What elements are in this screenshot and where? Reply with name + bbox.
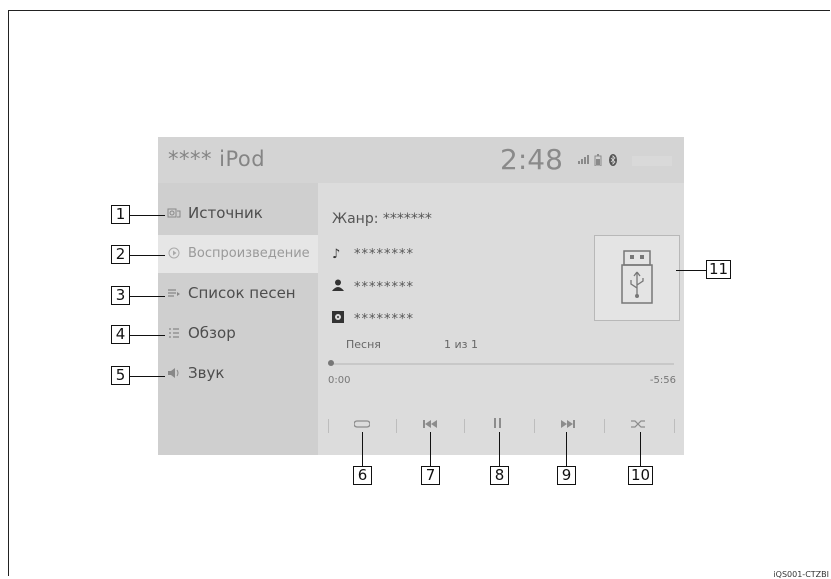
callout-leader <box>130 296 165 297</box>
divider <box>396 419 397 433</box>
sidebar-item-playback[interactable]: Воспроизведение <box>158 235 318 273</box>
sidebar-item-label: Обзор <box>188 324 236 342</box>
genre-label: Жанр: ******* <box>332 211 432 227</box>
progress-bar[interactable] <box>328 360 674 366</box>
callout-1: 1 <box>111 205 130 224</box>
callout-5: 5 <box>111 366 130 385</box>
clock: 2:48 <box>500 143 563 176</box>
callout-9: 9 <box>557 466 576 485</box>
elapsed-time: 0:00 <box>328 375 351 386</box>
signal-bars-icon <box>578 154 590 167</box>
callout-leader <box>640 432 641 466</box>
callout-leader <box>362 432 363 466</box>
sidebar-item-label: Звук <box>188 364 225 382</box>
callout-4: 4 <box>111 325 130 344</box>
artist-name: ******** <box>354 280 414 295</box>
usb-device-icon <box>621 250 653 310</box>
source-icon <box>166 207 182 222</box>
divider <box>674 419 675 433</box>
divider <box>464 419 465 433</box>
app-title: **** iPod <box>168 147 266 171</box>
status-placeholder <box>632 156 672 166</box>
album-icon <box>332 311 348 327</box>
album-name: ******** <box>354 312 414 327</box>
callout-leader <box>676 270 706 271</box>
callout-11: 11 <box>706 260 731 279</box>
callout-2: 2 <box>111 245 130 264</box>
callout-leader <box>499 432 500 466</box>
callout-6: 6 <box>353 466 372 485</box>
next-track-button[interactable] <box>538 413 598 439</box>
callout-7: 7 <box>421 466 440 485</box>
track-title: ******** <box>354 247 414 262</box>
callout-leader <box>130 335 165 336</box>
divider <box>534 419 535 433</box>
callout-leader <box>430 432 431 466</box>
battery-icon <box>594 154 602 169</box>
playlist-icon <box>166 287 182 302</box>
song-count: 1 из 1 <box>444 338 478 351</box>
shuffle-button[interactable] <box>608 413 668 439</box>
remaining-time: -5:56 <box>649 375 676 386</box>
next-track-icon <box>560 418 576 433</box>
head-unit-screen: **** iPod 2:48 Источник Воспроизведение <box>158 137 684 455</box>
repeat-icon <box>353 418 371 433</box>
callout-leader <box>130 255 165 256</box>
sidebar-item-label: Воспроизведение <box>188 246 310 261</box>
sidebar-item-song-list[interactable]: Список песен <box>158 275 318 313</box>
header-bar: **** iPod 2:48 <box>158 137 684 183</box>
pause-icon <box>493 418 503 433</box>
progress-knob[interactable] <box>328 360 334 366</box>
callout-8: 8 <box>490 466 509 485</box>
callout-3: 3 <box>111 286 130 305</box>
album-row: ******** <box>332 311 414 329</box>
sidebar-item-browse[interactable]: Обзор <box>158 315 318 353</box>
song-label: Песня <box>346 338 381 351</box>
shuffle-icon <box>630 418 646 433</box>
divider <box>328 419 329 433</box>
pause-button[interactable] <box>468 413 528 439</box>
album-art <box>594 235 680 321</box>
music-note-icon: ♪ <box>332 247 341 262</box>
sidebar-item-label: Источник <box>188 204 263 222</box>
play-icon <box>166 247 182 262</box>
artist-icon <box>332 279 348 295</box>
callout-leader <box>566 432 567 466</box>
sidebar-item-label: Список песен <box>188 284 296 302</box>
track-title-row: ♪ ******** <box>332 247 414 265</box>
browse-icon <box>166 327 182 342</box>
bluetooth-icon <box>608 154 618 169</box>
sidebar-item-source[interactable]: Источник <box>158 195 318 233</box>
artist-row: ******** <box>332 279 414 297</box>
figure-code: iQS001-CTZBI <box>773 570 829 579</box>
speaker-icon <box>166 367 182 382</box>
divider <box>604 419 605 433</box>
callout-leader <box>130 215 165 216</box>
playback-controls <box>318 405 684 445</box>
callout-leader <box>130 376 165 377</box>
sidebar-item-sound[interactable]: Звук <box>158 355 318 393</box>
sidebar: Источник Воспроизведение Список песен Об… <box>158 183 318 455</box>
now-playing-panel: Жанр: ******* ♪ ******** ******** *******… <box>318 183 684 455</box>
callout-10: 10 <box>628 466 653 485</box>
previous-track-icon <box>422 418 438 433</box>
